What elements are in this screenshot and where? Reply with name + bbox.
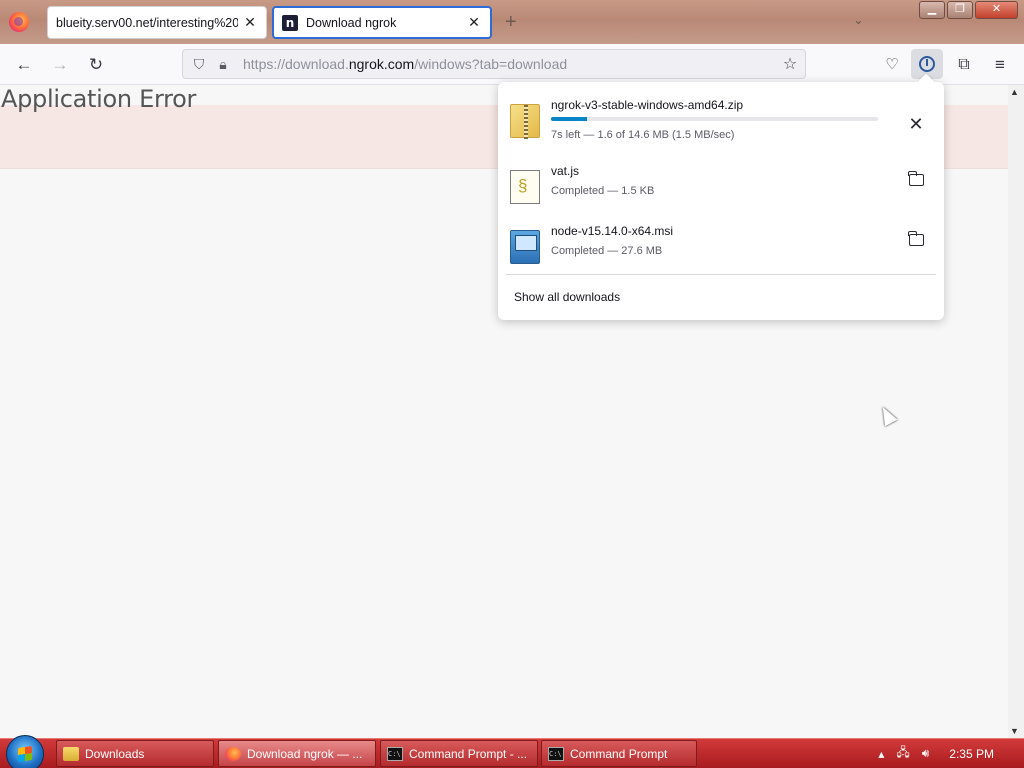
download-status: 7s left — 1.6 of 14.6 MB (1.5 MB/sec): [551, 129, 735, 141]
extensions-puzzle-icon[interactable]: ⧉: [952, 53, 976, 77]
download-status: Completed — 1.5 KB: [551, 185, 655, 197]
close-window-button[interactable]: ✕: [975, 1, 1018, 19]
page-title: Application Error: [1, 85, 197, 113]
tab-close-icon[interactable]: ✕: [242, 14, 258, 31]
taskbar-item-downloads[interactable]: Downloads: [56, 740, 214, 767]
taskbar-item-command-prompt-1[interactable]: C:\ Command Prompt - ...: [380, 740, 538, 767]
download-item[interactable]: vat.js Completed — 1.5 KB: [506, 156, 936, 214]
firefox-icon: [225, 746, 241, 761]
tab-blueity[interactable]: blueity.serv00.net/interesting%20stu ✕: [47, 6, 267, 39]
taskbar-item-firefox[interactable]: Download ngrok — ...: [218, 740, 376, 767]
pocket-icon[interactable]: ♡: [880, 53, 904, 77]
menu-hamburger-icon[interactable]: ≡: [988, 53, 1012, 77]
system-tray: ▴ 🖧︎ 🔊︎ 2:35 PM: [878, 739, 1024, 768]
download-progress-bar: [551, 117, 878, 121]
clock[interactable]: 2:35 PM: [949, 747, 994, 761]
zip-file-icon: [510, 104, 540, 139]
show-in-folder-icon[interactable]: [902, 166, 930, 194]
show-hidden-icons-arrow-icon[interactable]: ▴: [878, 747, 884, 761]
url-suffix: /windows?tab=download: [414, 56, 568, 72]
back-arrow-icon[interactable]: ←: [12, 53, 36, 77]
cancel-download-close-icon[interactable]: ✕: [902, 110, 930, 138]
lock-icon[interactable]: 🔒︎: [211, 56, 235, 73]
download-filename: node-v15.14.0-x64.msi: [551, 224, 674, 238]
network-icon[interactable]: 🖧︎: [896, 743, 909, 764]
volume-speaker-icon[interactable]: 🔊︎: [922, 746, 930, 761]
downloads-progress-icon: [919, 56, 935, 72]
windows-taskbar: Downloads Download ngrok — ... C:\ Comma…: [0, 735, 1024, 768]
forward-arrow-icon[interactable]: →: [48, 53, 72, 77]
download-status: Completed — 27.6 MB: [551, 245, 663, 257]
scroll-up-arrow-icon[interactable]: ▲: [1010, 87, 1019, 97]
new-tab-plus-icon[interactable]: +: [505, 11, 517, 34]
taskbar-item-label: Downloads: [85, 746, 145, 761]
start-button[interactable]: [6, 735, 44, 768]
show-in-folder-icon[interactable]: [902, 226, 930, 254]
show-all-downloads-button[interactable]: Show all downloads: [514, 290, 620, 304]
taskbar-item-label: Command Prompt: [570, 746, 668, 761]
tracking-protection-shield-icon[interactable]: ⛉: [187, 56, 211, 73]
cmd-icon: C:\: [548, 746, 564, 761]
cmd-icon: C:\: [387, 746, 403, 761]
window-controls: ▁ ❐ ✕: [919, 1, 1018, 19]
tab-strip: blueity.serv00.net/interesting%20stu ✕ n…: [0, 0, 1024, 44]
bookmark-star-icon[interactable]: ☆: [775, 54, 805, 74]
download-progress-fill: [551, 117, 587, 121]
taskbar-item-label: Download ngrok — ...: [247, 746, 363, 761]
url-prefix: https://download.: [243, 56, 349, 72]
maximize-button[interactable]: ❐: [947, 1, 973, 19]
ngrok-favicon-icon: n: [282, 14, 298, 31]
tab-label: blueity.serv00.net/interesting%20stu: [56, 15, 238, 30]
url-domain: ngrok.com: [348, 56, 415, 72]
msi-installer-icon: [510, 230, 540, 264]
firefox-logo-icon[interactable]: [9, 12, 29, 32]
vertical-scrollbar[interactable]: ▲ ▼: [1008, 85, 1024, 738]
taskbar-item-label: Command Prompt - ...: [409, 746, 528, 761]
tab-download-ngrok[interactable]: n Download ngrok ✕: [272, 6, 492, 39]
download-filename: ngrok-v3-stable-windows-amd64.zip: [551, 98, 744, 112]
js-file-icon: [510, 170, 540, 204]
reload-icon[interactable]: ↻: [84, 53, 108, 77]
url-text[interactable]: https://download.ngrok.com/windows?tab=d…: [243, 56, 775, 72]
scroll-down-arrow-icon[interactable]: ▼: [1010, 726, 1019, 736]
minimize-button[interactable]: ▁: [919, 1, 945, 19]
downloads-panel: ngrok-v3-stable-windows-amd64.zip 7s lef…: [498, 73, 944, 320]
tab-label: Download ngrok: [306, 15, 397, 30]
download-item[interactable]: node-v15.14.0-x64.msi Completed — 27.6 M…: [506, 216, 936, 274]
download-filename: vat.js: [551, 164, 580, 178]
panel-divider: [506, 274, 936, 275]
address-bar[interactable]: ⛉ 🔒︎ https://download.ngrok.com/windows?…: [182, 49, 806, 79]
taskbar-item-command-prompt-2[interactable]: C:\ Command Prompt: [541, 740, 697, 767]
folder-icon: [63, 746, 79, 761]
download-item[interactable]: ngrok-v3-stable-windows-amd64.zip 7s lef…: [506, 90, 936, 148]
navigation-toolbar: ← → ↻ ⛉ 🔒︎ https://download.ngrok.com/wi…: [0, 44, 1024, 85]
list-all-tabs-chevron-icon[interactable]: ⌄: [853, 12, 864, 28]
tab-close-icon[interactable]: ✕: [466, 14, 482, 31]
